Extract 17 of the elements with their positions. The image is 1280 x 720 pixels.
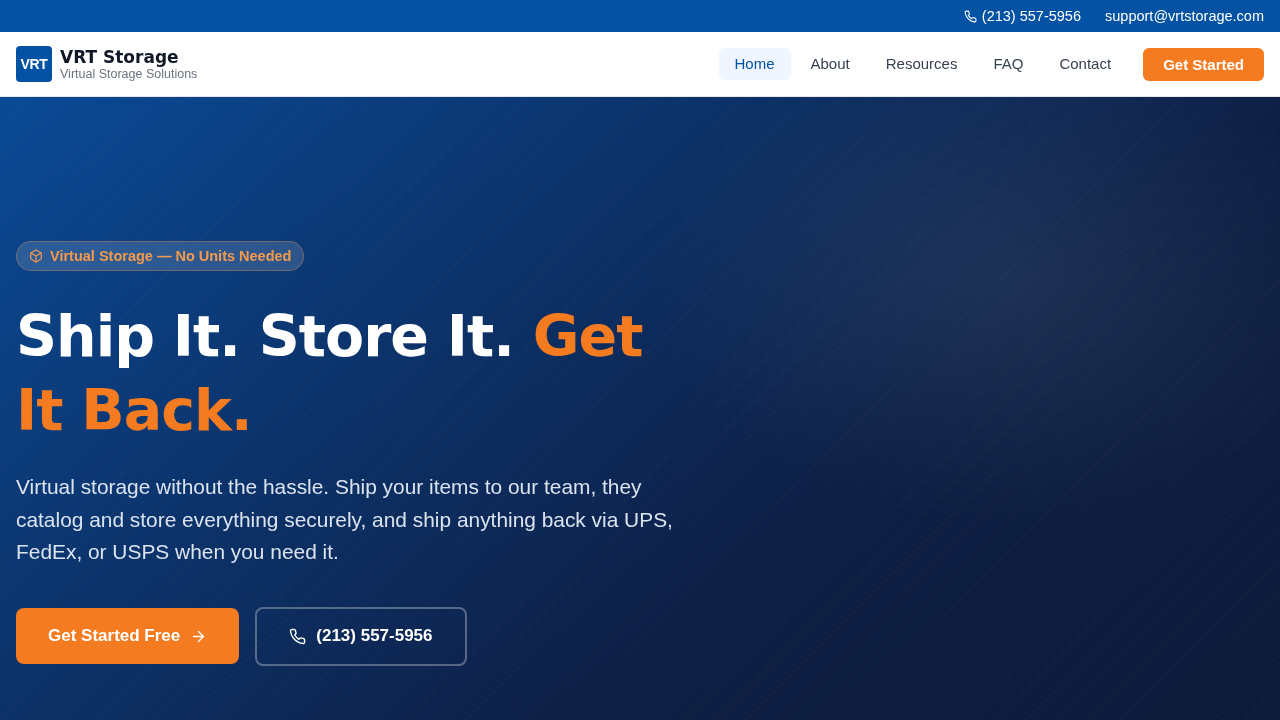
email-link[interactable]: support@vrtstorage.com — [1105, 8, 1264, 24]
call-button[interactable]: (213) 557-5956 — [255, 606, 467, 666]
nav-link[interactable]: Contact — [1043, 48, 1128, 80]
phone-icon — [289, 627, 307, 645]
logo[interactable]: VRT — [16, 46, 52, 82]
nav-link[interactable]: Home — [718, 48, 791, 80]
brand-name: VRT Storage — [60, 46, 180, 67]
phone-icon — [963, 9, 977, 23]
badge-text: Virtual Storage — No Units Needed — [50, 248, 292, 264]
box-icon — [29, 249, 43, 263]
hero-description: Virtual storage without the hassle. Ship your items to our team, they catalog and store everything securely, and ship anything back via UPS, FedEx, or USPS when you need it. — [16, 474, 674, 565]
phone-link[interactable]: (213) 557-5956 — [981, 8, 1081, 24]
brand-tagline: Virtual Storage Solutions — [60, 66, 198, 82]
nav-link[interactable]: Resources — [869, 48, 974, 80]
nav-link[interactable]: About — [794, 48, 866, 80]
nav-link[interactable]: FAQ — [977, 48, 1040, 80]
hero-headline: Ship It. Store It. Get It Back. — [16, 302, 644, 445]
